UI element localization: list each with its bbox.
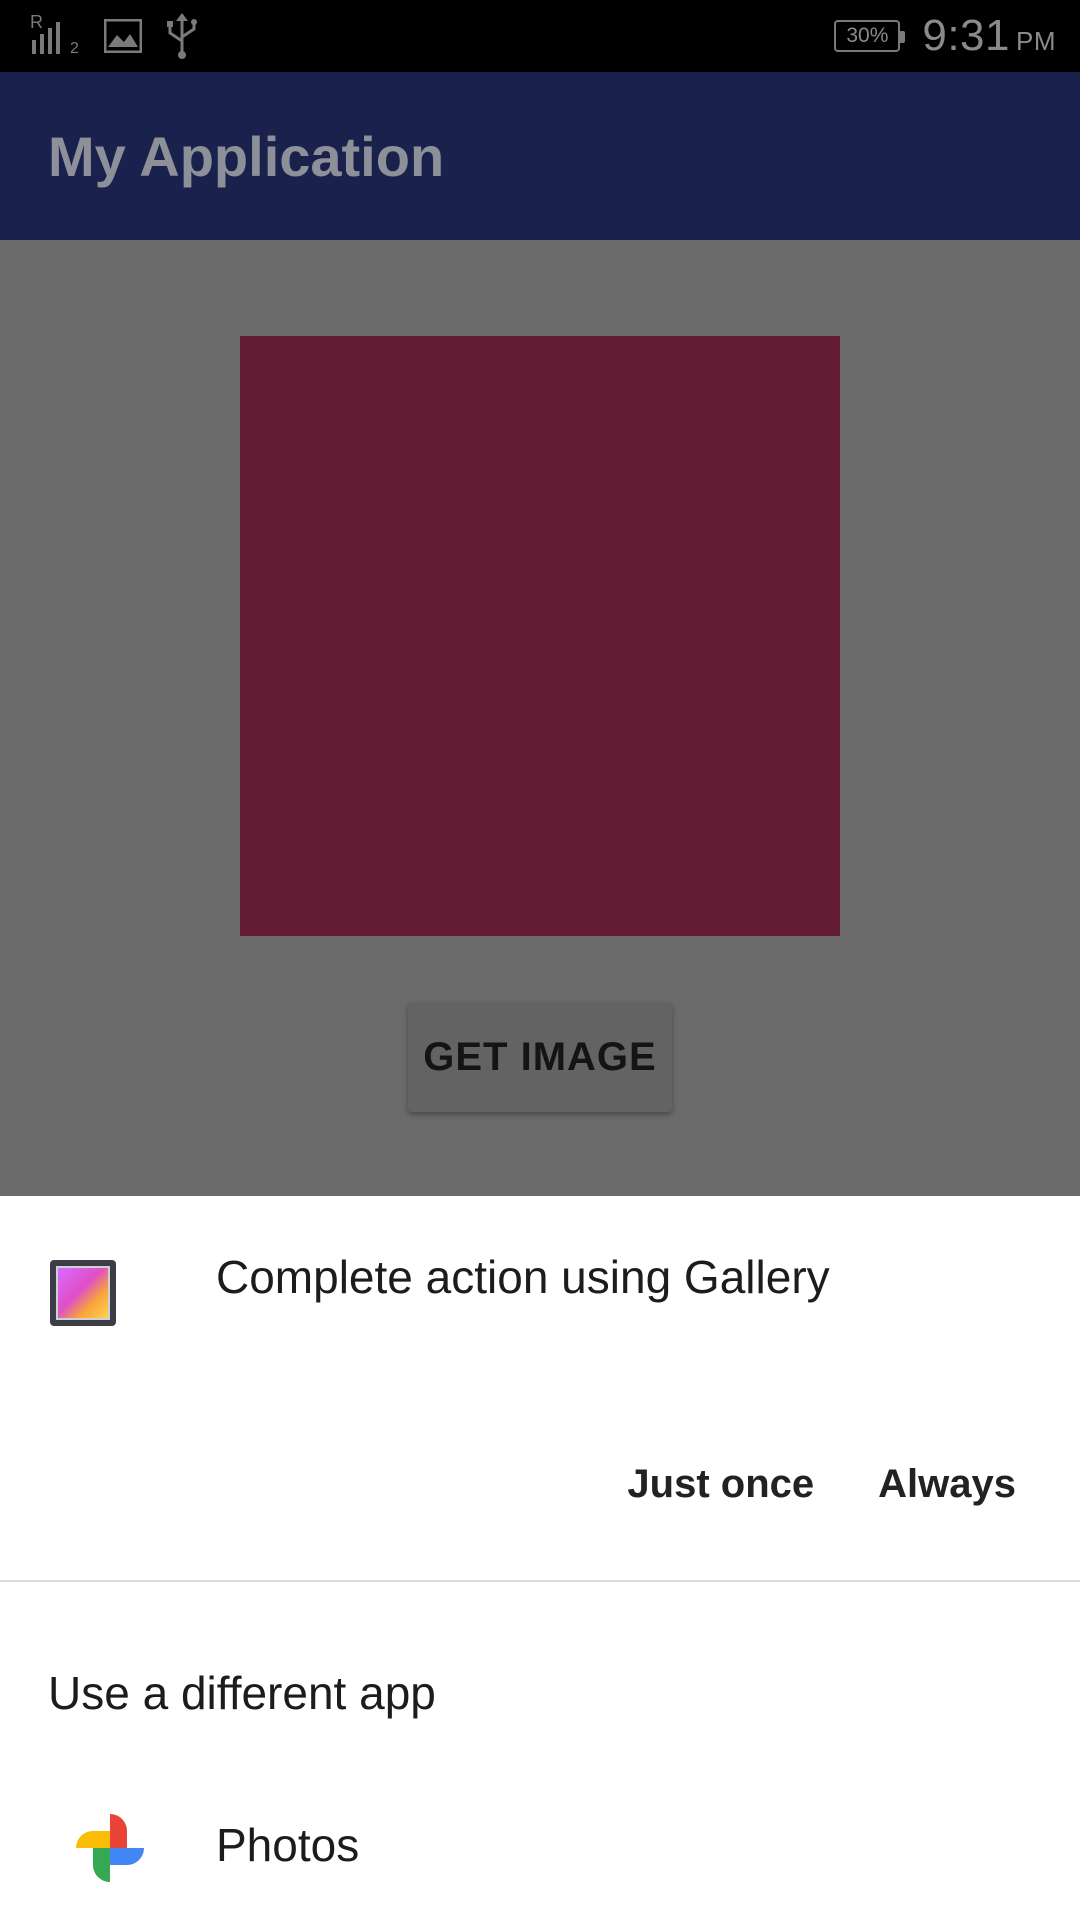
chooser-actions: Just once Always [595,1434,1080,1534]
app-item-photos[interactable]: Photos [0,1790,1080,1910]
clock-time: 9:31 [922,11,1010,60]
main-content: GET IMAGE [0,240,1080,1196]
chooser-sheet: Complete action using Gallery Just once … [0,1196,1080,1920]
signal-icon: R 2 [30,10,82,62]
clock: 9:31 PM [922,11,1056,61]
chooser-title: Complete action using Gallery [216,1251,830,1303]
clock-ampm: PM [1016,26,1056,56]
just-once-button[interactable]: Just once [595,1434,846,1534]
divider [0,1580,1080,1582]
screen: R 2 30% 9:31 PM My Application GET IMAGE… [0,0,1080,1920]
photos-label: Photos [216,1819,360,1871]
sim-slot-label: 2 [70,40,79,57]
status-right: 30% 9:31 PM [834,0,1056,72]
battery-icon: 30% [834,20,906,52]
image-notification-icon [103,18,143,54]
image-view [240,336,840,936]
photos-icon [70,1808,150,1888]
get-image-button[interactable]: GET IMAGE [408,1002,672,1112]
app-bar: My Application [0,72,1080,240]
status-left-icons: R 2 [30,10,200,62]
use-different-app-label: Use a different app [48,1667,436,1719]
app-title: My Application [48,124,445,188]
battery-level: 30% [846,24,889,47]
chooser-header[interactable]: Complete action using Gallery [0,1196,1080,1386]
status-bar: R 2 30% 9:31 PM [0,0,1080,72]
svg-text:R: R [30,12,43,32]
usb-icon [164,13,200,59]
always-button[interactable]: Always [846,1434,1080,1534]
gallery-icon [50,1260,116,1326]
